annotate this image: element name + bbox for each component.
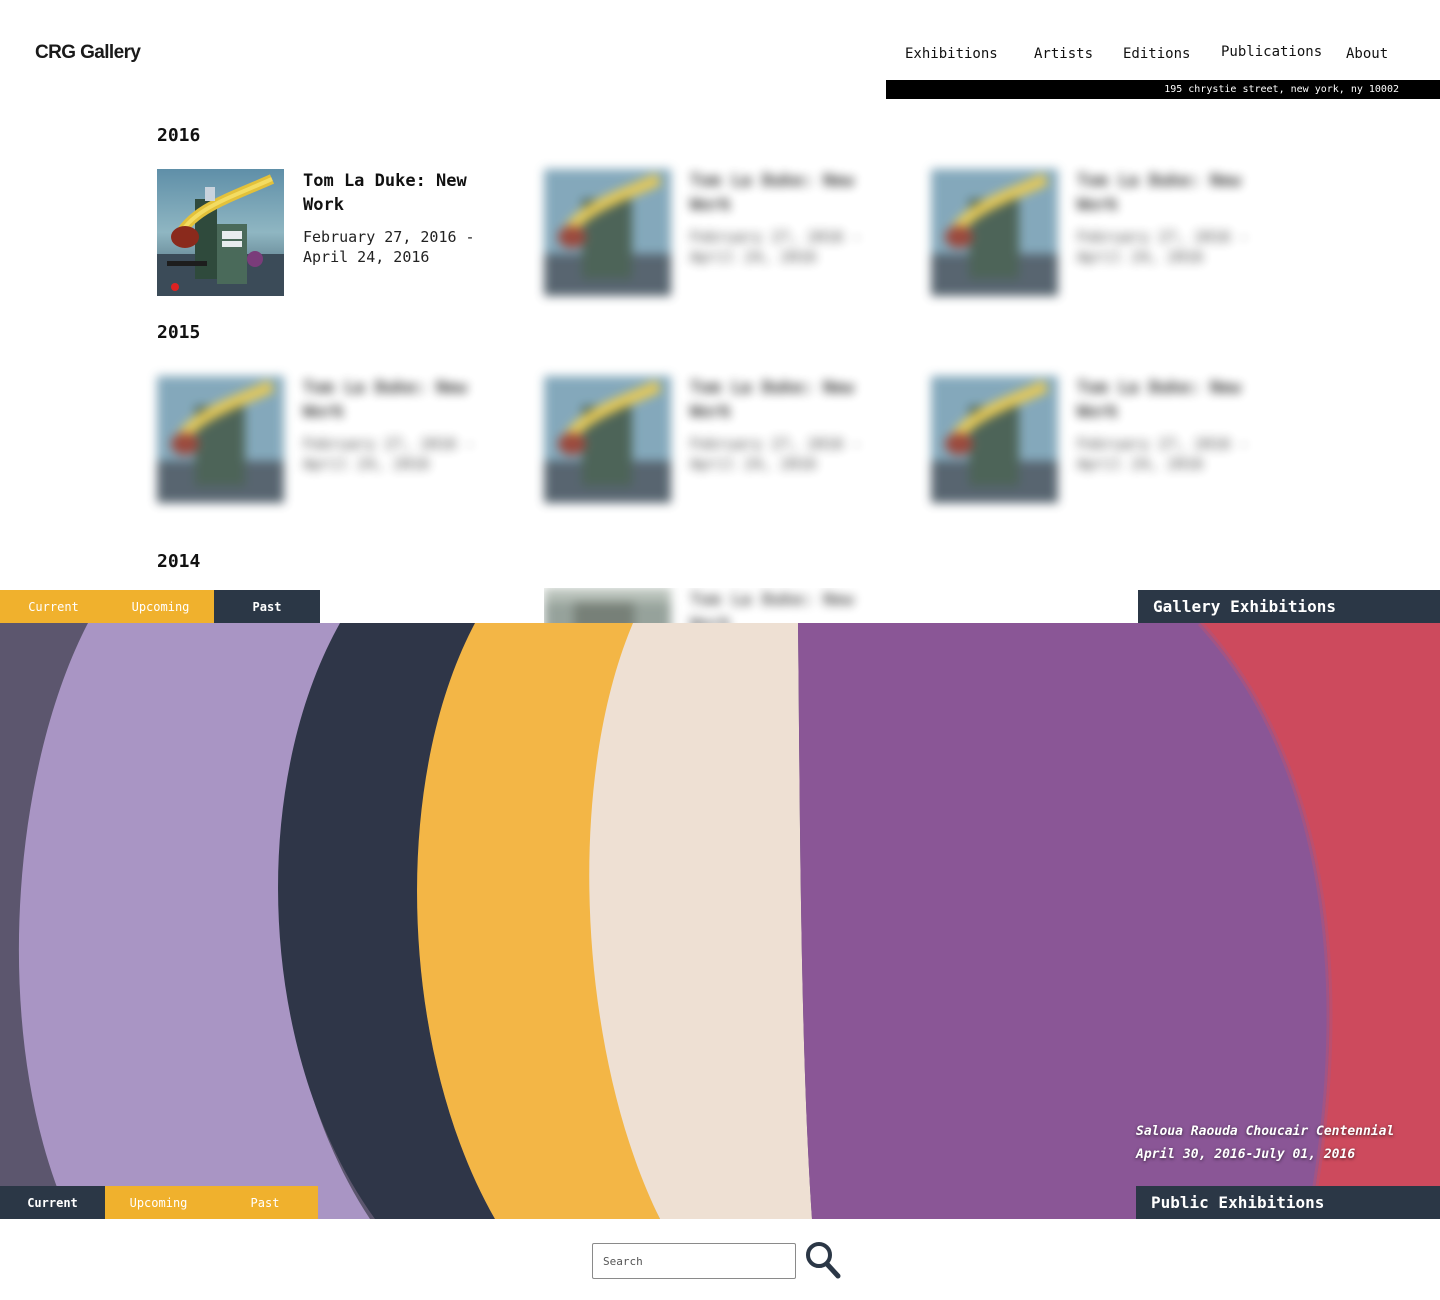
exhibition-title[interactable]: Tom La Duke: New Work — [303, 169, 493, 217]
exhibition-dates: February 27, 2016 - April 24, 2016 — [1077, 228, 1249, 266]
exhibition-card-blurred[interactable]: Tom La Duke: New Work February 27, 2016 … — [931, 169, 1271, 299]
nav-editions[interactable]: Editions — [1123, 46, 1190, 62]
year-heading-2016: 2016 — [157, 125, 201, 146]
address-bar: 195 chrystie street, new york, ny 10002 — [886, 80, 1440, 99]
exhibition-card-blurred[interactable]: Tom La Duke: New Work February 27, 2016 … — [544, 376, 884, 506]
exhibition-thumbnail[interactable] — [931, 169, 1058, 296]
exhibition-title[interactable]: Tom La Duke: New Work — [690, 376, 880, 424]
partial-card-clip: Tom La Duke: New Work — [544, 588, 904, 623]
public-tabs: Current Upcoming Past — [0, 1186, 318, 1219]
hero-caption-dates: April 30, 2016-July 01, 2016 — [1136, 1147, 1356, 1162]
gallery-exhibitions-label[interactable]: Gallery Exhibitions — [1138, 590, 1440, 623]
magnifier-icon — [806, 1242, 841, 1279]
tab-gallery-upcoming[interactable]: Upcoming — [107, 590, 214, 623]
tab-public-past[interactable]: Past — [212, 1186, 318, 1219]
exhibition-thumbnail[interactable] — [931, 376, 1058, 503]
nav-about[interactable]: About — [1346, 46, 1388, 62]
nav-exhibitions[interactable]: Exhibitions — [905, 46, 998, 62]
exhibition-dates: February 27, 2016 - April 24, 2016 — [690, 435, 862, 473]
exhibition-dates: February 27, 2016 - April 24, 2016 — [303, 228, 475, 266]
gallery-address: 195 chrystie street, new york, ny 10002 — [1164, 84, 1399, 95]
exhibition-title[interactable]: Tom La Duke: New Work — [303, 376, 493, 424]
search-input[interactable] — [592, 1243, 796, 1279]
exhibition-title[interactable]: Tom La Duke: New Work — [690, 169, 880, 217]
exhibition-card[interactable]: Tom La Duke: New Work February 27, 2016 … — [157, 169, 497, 299]
exhibition-thumbnail[interactable] — [544, 588, 671, 623]
exhibition-card-blurred[interactable]: Tom La Duke: New Work February 27, 2016 … — [544, 169, 884, 299]
exhibition-thumbnail[interactable] — [544, 376, 671, 503]
exhibition-card-blurred[interactable]: Tom La Duke: New Work February 27, 2016 … — [157, 376, 497, 506]
search-button[interactable] — [804, 1240, 842, 1280]
exhibition-title[interactable]: Tom La Duke: New Work — [1077, 376, 1267, 424]
site-logo[interactable]: CRG Gallery — [35, 42, 141, 64]
nav-artists[interactable]: Artists — [1034, 46, 1093, 62]
tab-public-upcoming[interactable]: Upcoming — [105, 1186, 212, 1219]
public-exhibitions-label[interactable]: Public Exhibitions — [1136, 1186, 1440, 1219]
tab-gallery-current[interactable]: Current — [0, 590, 107, 623]
exhibition-title[interactable]: Tom La Duke: New Work — [690, 588, 880, 623]
exhibition-dates: February 27, 2016 - April 24, 2016 — [690, 228, 862, 266]
hero-caption-title[interactable]: Saloua Raouda Choucair Centennial — [1136, 1124, 1394, 1139]
tab-public-current[interactable]: Current — [0, 1186, 105, 1219]
year-heading-2015: 2015 — [157, 322, 201, 343]
gallery-tabs: Current Upcoming Past — [0, 590, 320, 623]
exhibition-thumbnail[interactable] — [544, 169, 671, 296]
year-heading-2014: 2014 — [157, 551, 201, 572]
tab-gallery-past[interactable]: Past — [214, 590, 320, 623]
exhibition-dates: February 27, 2016 - April 24, 2016 — [303, 435, 475, 473]
nav-publications[interactable]: Publications — [1221, 44, 1322, 60]
exhibition-title[interactable]: Tom La Duke: New Work — [1077, 169, 1267, 217]
exhibition-thumbnail[interactable] — [157, 169, 284, 296]
exhibition-dates: February 27, 2016 - April 24, 2016 — [1077, 435, 1249, 473]
exhibition-card-blurred[interactable]: Tom La Duke: New Work February 27, 2016 … — [931, 376, 1271, 506]
exhibition-thumbnail[interactable] — [157, 376, 284, 503]
exhibition-card-blurred[interactable]: Tom La Duke: New Work — [544, 588, 884, 623]
